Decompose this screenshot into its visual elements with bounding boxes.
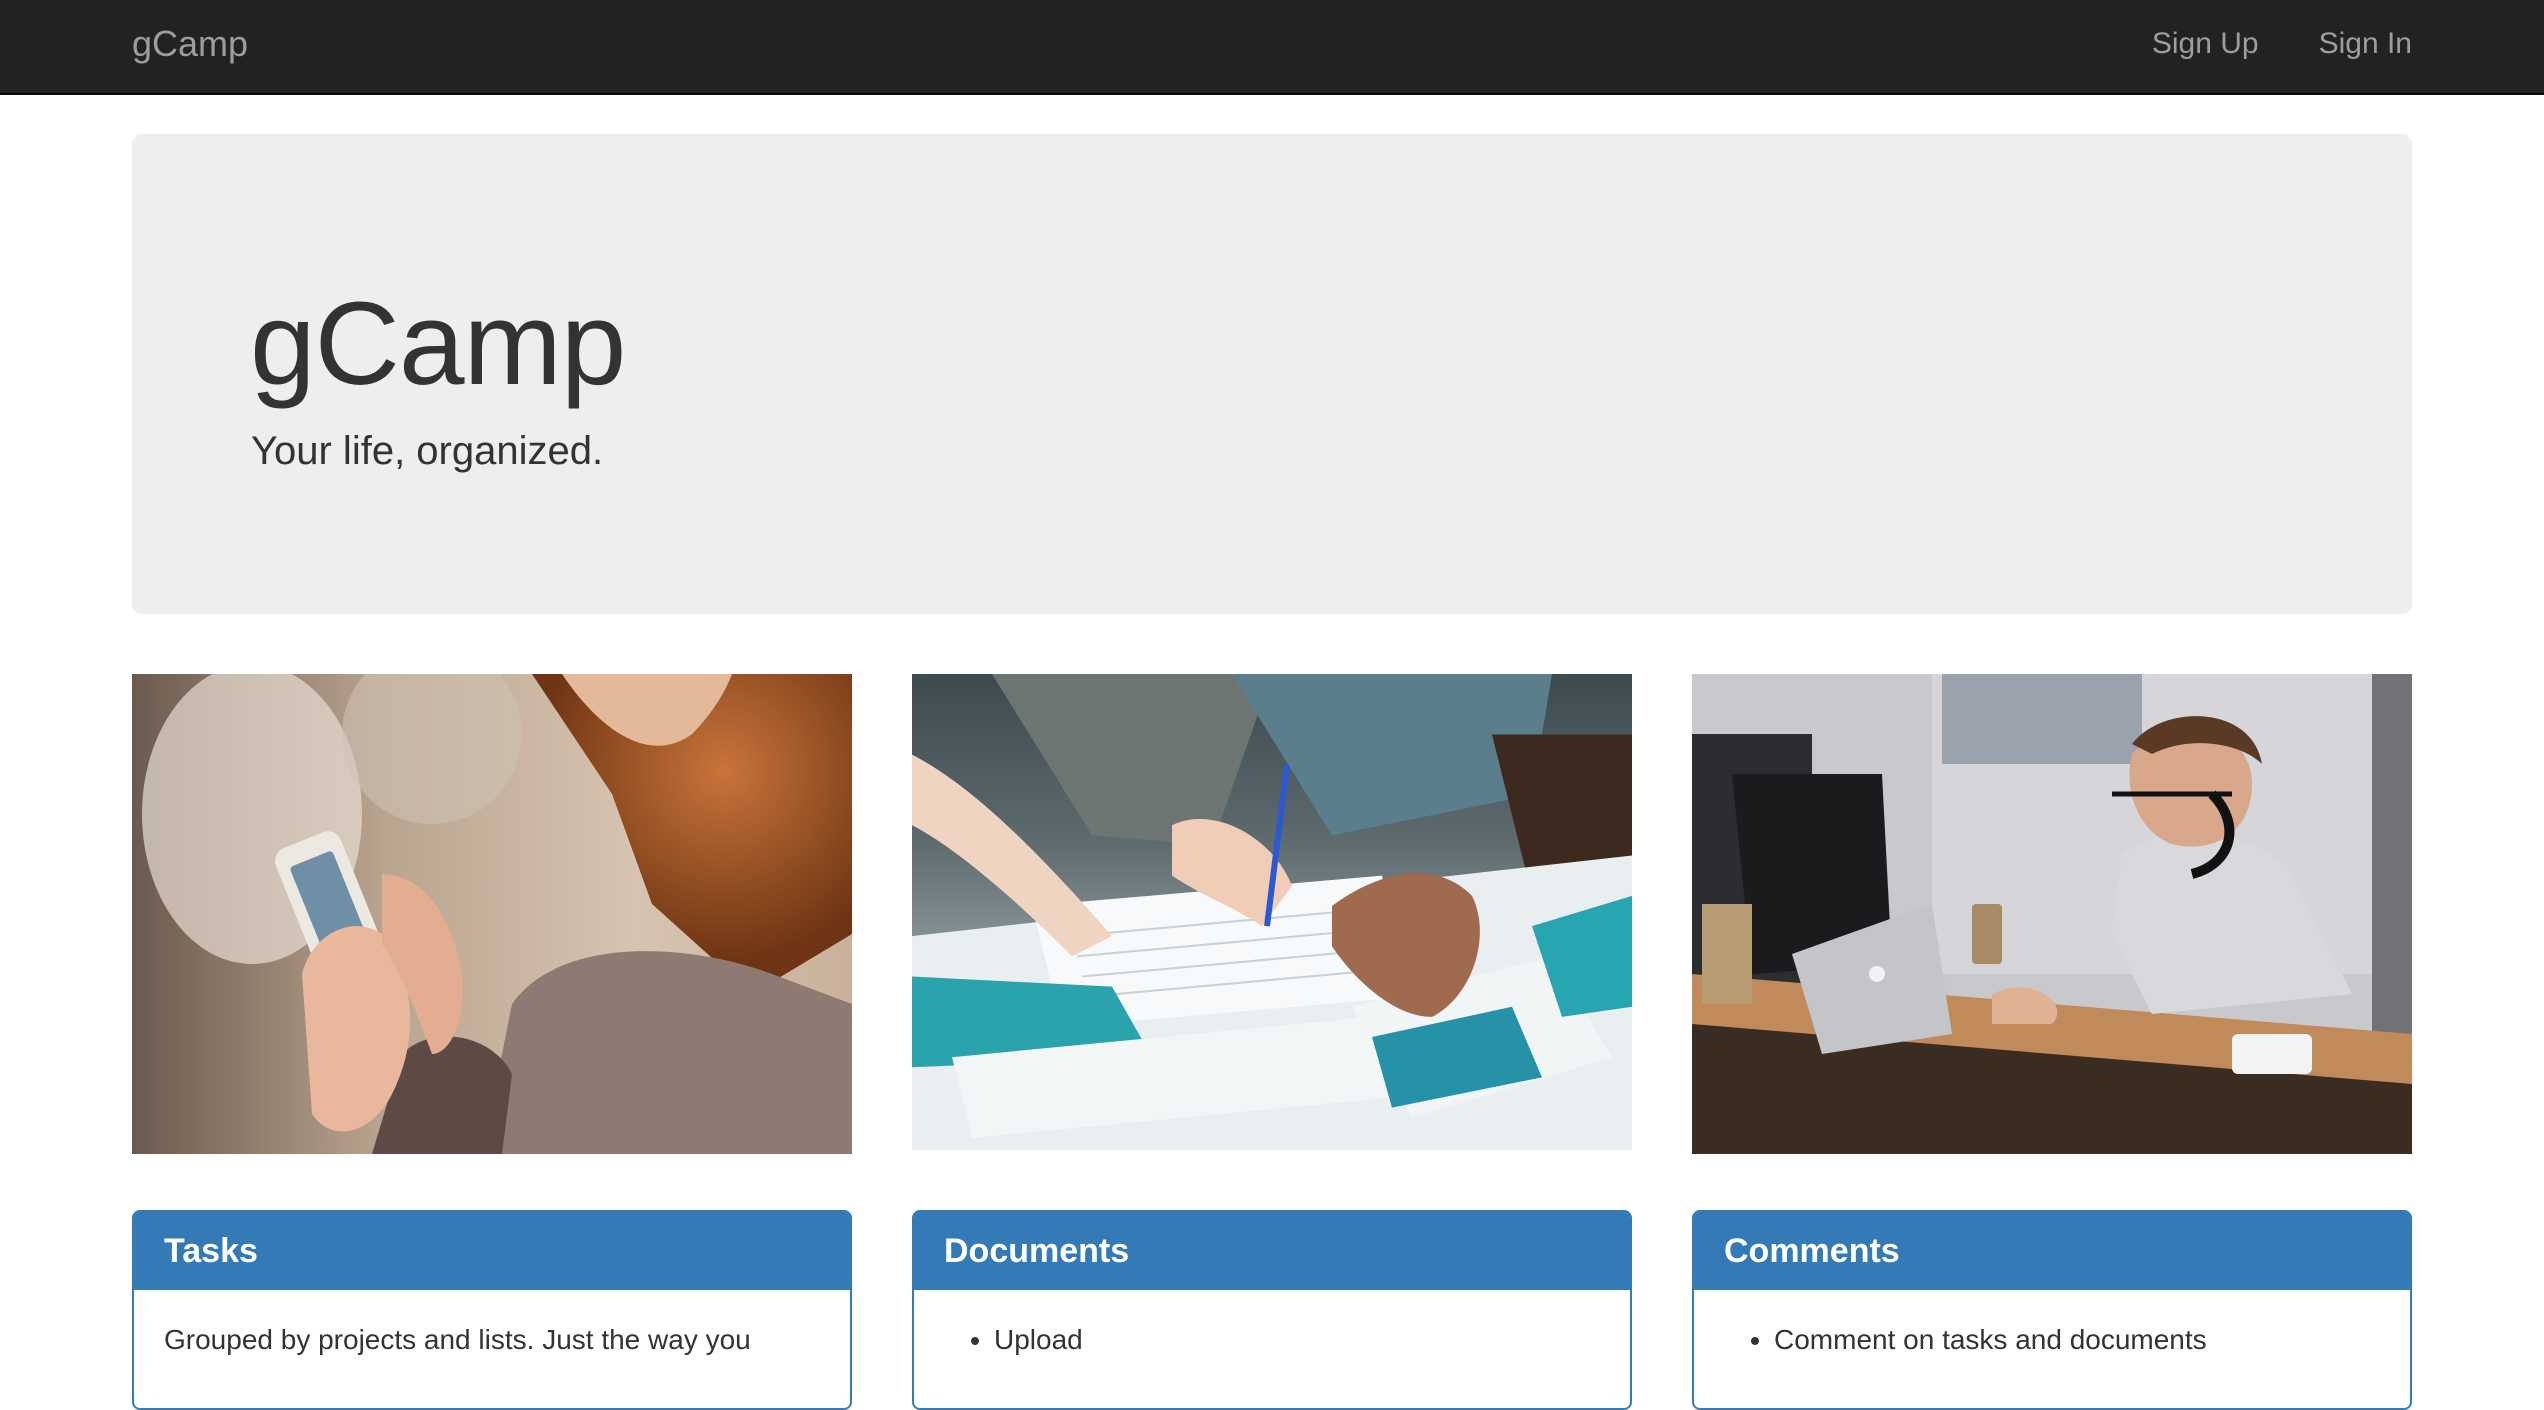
documents-panel: Documents Upload	[912, 1210, 1632, 1410]
top-navbar: gCamp Sign Up Sign In	[0, 0, 2544, 95]
documents-panel-heading: Documents	[914, 1212, 1630, 1290]
comments-panel-heading: Comments	[1694, 1212, 2410, 1290]
phone-user-illustration	[132, 674, 852, 1154]
photo-phone-user	[132, 674, 852, 1154]
nav-right-links: Sign Up Sign In	[2152, 22, 2412, 66]
documents-illustration	[912, 674, 1632, 1150]
list-item: Upload	[994, 1320, 1600, 1360]
tasks-panel-heading: Tasks	[134, 1212, 850, 1290]
tasks-panel-body: Grouped by projects and lists. Just the …	[134, 1290, 850, 1360]
documents-feature-list: Upload	[944, 1320, 1600, 1360]
tasks-panel: Tasks Grouped by projects and lists. Jus…	[132, 1210, 852, 1410]
tasks-panel-text: Grouped by projects and lists. Just the …	[164, 1324, 751, 1355]
brand-link[interactable]: gCamp	[132, 22, 248, 66]
hero-jumbotron: gCamp Your life, organized.	[132, 134, 2412, 614]
photo-documents	[912, 674, 1632, 1150]
hero-title: gCamp	[250, 278, 626, 410]
photo-laptop-worker	[1692, 674, 2412, 1154]
comments-panel-body: Comment on tasks and documents	[1694, 1290, 2410, 1360]
sign-in-link[interactable]: Sign In	[2319, 22, 2412, 66]
documents-panel-body: Upload	[914, 1290, 1630, 1360]
comments-feature-list: Comment on tasks and documents	[1724, 1320, 2380, 1360]
list-item: Comment on tasks and documents	[1774, 1320, 2380, 1360]
laptop-worker-illustration	[1692, 674, 2412, 1154]
comments-panel: Comments Comment on tasks and documents	[1692, 1210, 2412, 1410]
hero-subtitle: Your life, organized.	[251, 429, 604, 473]
sign-up-link[interactable]: Sign Up	[2152, 22, 2259, 66]
